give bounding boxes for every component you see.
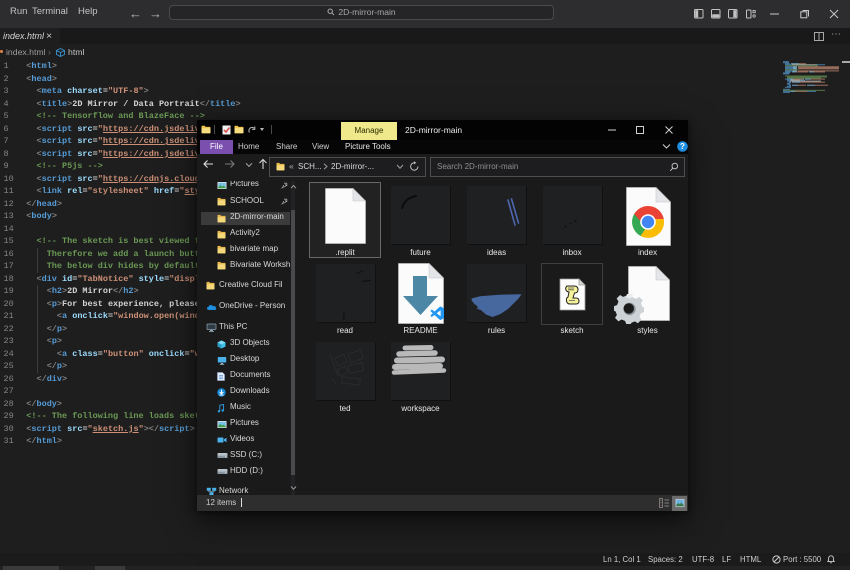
svg-text:?: ? (680, 142, 685, 151)
